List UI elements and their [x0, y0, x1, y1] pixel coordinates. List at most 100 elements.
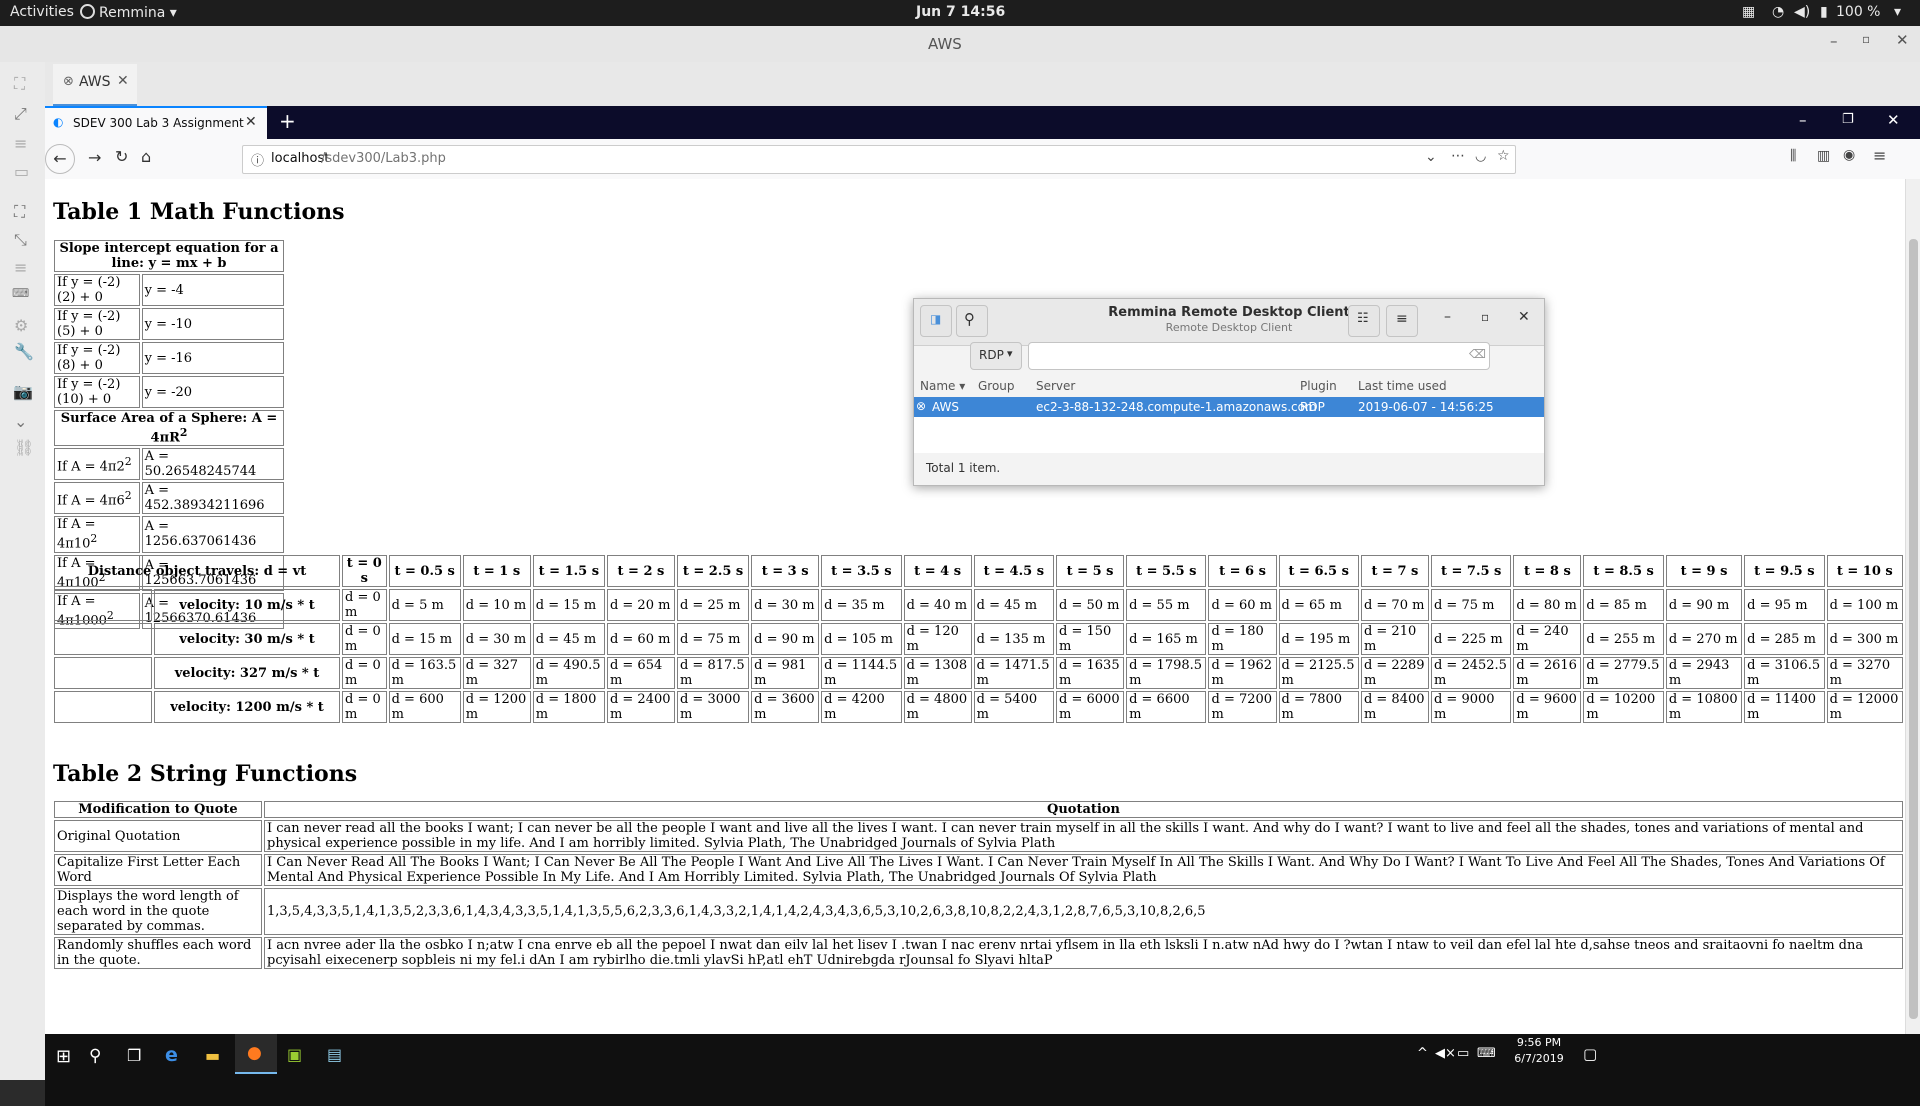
clock[interactable]: Jun 7 14:56	[916, 4, 1005, 20]
toggle-fullscreen-icon[interactable]: ⛶	[14, 74, 25, 94]
firefox-taskbar-button[interactable]: ●	[235, 1034, 277, 1074]
velocity-label: velocity: 1200 m/s * t	[154, 691, 340, 723]
slope-result: y = -20	[141, 376, 284, 408]
distance-cell: d = 60 m	[1208, 589, 1277, 621]
disconnect-icon[interactable]: ⛓	[14, 438, 34, 457]
dropdown-chevron-icon[interactable]: ⌄	[1425, 149, 1437, 165]
close-button[interactable]: ✕	[1896, 31, 1909, 49]
reload-button[interactable]: ↻	[115, 147, 128, 166]
time-header: t = 3 s	[751, 555, 820, 587]
distance-cell: d = 0 m	[342, 623, 387, 655]
protocol-select[interactable]: RDP ▾	[970, 342, 1022, 370]
close-tab-icon[interactable]: ✕	[245, 114, 257, 130]
distance-cell: d = 7800 m	[1278, 691, 1359, 723]
hamburger-menu-icon[interactable]: ≡	[1873, 146, 1886, 165]
browser-tab[interactable]: ◐ SDEV 300 Lab 3 Assignment ✕	[45, 106, 267, 141]
library-icon[interactable]: ⫼	[1790, 148, 1796, 164]
sphere-row: If A = 4π22 A = 50.26548245744	[54, 448, 284, 481]
menu-icon[interactable]: ≡	[14, 134, 27, 153]
volume-muted-icon[interactable]: ◀×	[1435, 1046, 1456, 1061]
slope-equation: If y = (-2)(8) + 0	[54, 342, 140, 374]
col-group[interactable]: Group	[978, 379, 1015, 393]
maximize-button[interactable]: ▫	[1481, 310, 1489, 324]
col-server[interactable]: Server	[1036, 379, 1075, 393]
new-tab-button[interactable]: +	[279, 109, 296, 133]
slope-result: y = -10	[141, 308, 284, 340]
clear-input-icon[interactable]: ⌫	[1469, 347, 1486, 361]
connection-list-body[interactable]	[914, 417, 1544, 453]
file-explorer-icon[interactable]: ▬	[205, 1046, 220, 1065]
quotation-cell: I can never read all the books I want; I…	[264, 820, 1903, 852]
network-icon[interactable]: ▭	[1457, 1046, 1469, 1061]
distance-cell: d = 15 m	[388, 623, 461, 655]
bookmark-star-icon[interactable]: ☆	[1497, 148, 1510, 164]
volume-icon[interactable]: ◀)	[1794, 4, 1810, 20]
remote-desktop[interactable]: ◐ SDEV 300 Lab 3 Assignment ✕ + – ❐ ✕ ← …	[45, 106, 1920, 1106]
account-icon[interactable]: ◉	[1843, 147, 1855, 163]
windows-start-icon[interactable]: ⊞	[56, 1046, 71, 1067]
minimize-button[interactable]: –	[1444, 309, 1451, 325]
preferences-icon[interactable]: ⚙	[14, 316, 28, 335]
remmina-app-menu[interactable]: Remmina ▾	[80, 4, 177, 21]
search-icon[interactable]: ⚲	[89, 1046, 101, 1066]
minimize-button[interactable]: –	[1799, 111, 1807, 129]
menu-button[interactable]: ≡	[1386, 305, 1418, 337]
action-center-icon[interactable]: ▢	[1583, 1045, 1597, 1063]
toolbar-menu-icon[interactable]: ≡	[14, 258, 27, 277]
keyboard-layout-icon[interactable]: ▦	[1742, 4, 1755, 20]
tools-icon[interactable]: 🔧	[14, 342, 34, 361]
distance-cell: d = 4200 m	[821, 691, 902, 723]
wifi-icon[interactable]: ◔	[1772, 4, 1784, 20]
activities-button[interactable]: Activities	[10, 4, 74, 20]
page-actions-icon[interactable]: ⋯	[1451, 148, 1465, 164]
close-tab-icon[interactable]: ✕	[117, 73, 129, 89]
back-button[interactable]: ←	[45, 144, 75, 174]
minimize-button[interactable]: –	[1830, 32, 1838, 50]
slope-row: If y = (-2)(5) + 0y = -10	[54, 308, 284, 340]
sphere-equation-exponent: 2	[90, 532, 98, 546]
scrollbar-thumb[interactable]	[1909, 239, 1918, 1019]
maximize-button[interactable]: ▫	[1862, 32, 1870, 46]
sphere-header-exponent: 2	[179, 426, 188, 439]
distance-cell: d = 8400 m	[1360, 691, 1429, 723]
pocket-icon[interactable]: ◡	[1475, 149, 1486, 164]
distance-cell: d = 654 m	[606, 657, 675, 689]
distance-table: Distance object travels: d = vt t = 0 st …	[52, 553, 1905, 725]
sidebar-icon[interactable]: ▥	[1817, 148, 1830, 164]
show-hidden-icons-icon[interactable]: ^	[1417, 1046, 1428, 1061]
info-icon[interactable]: ⓘ	[251, 150, 264, 169]
quick-connect-input[interactable]: ⌫	[1028, 342, 1490, 370]
taskbar-clock[interactable]: 9:56 PM	[1507, 1036, 1571, 1049]
scale-icon[interactable]: ⤢	[14, 104, 27, 124]
notepad-icon[interactable]: ▤	[327, 1045, 342, 1064]
string-row: Original Quotation I can never read all t…	[54, 820, 1903, 852]
remmina-app-icon	[80, 4, 95, 19]
view-toggle-button[interactable]: ☷	[1348, 305, 1380, 337]
close-button[interactable]: ✕	[1887, 111, 1900, 129]
dynamic-resolution-icon[interactable]: ⛶	[14, 202, 25, 222]
keyboard-grab-icon[interactable]: ⌨	[12, 286, 29, 300]
minimize-chevron-icon[interactable]: ⌄	[14, 412, 27, 431]
scaled-mode-icon[interactable]: ⤡	[14, 230, 27, 250]
forward-button[interactable]: →	[88, 148, 101, 167]
taskbar-date[interactable]: 6/7/2019	[1507, 1052, 1571, 1065]
language-icon[interactable]: ⌨	[1477, 1046, 1496, 1061]
task-view-icon[interactable]: ❐	[127, 1046, 141, 1065]
distance-cell: d = 1635 m	[1056, 657, 1125, 689]
battery-icon[interactable]: ▮	[1820, 4, 1828, 20]
remmina-tab-aws[interactable]: ⊗ AWS ✕	[53, 64, 137, 107]
col-name[interactable]: Name ▾	[920, 379, 965, 393]
connection-row-aws[interactable]: ⊗ AWS ec2-3-88-132-248.compute-1.amazona…	[914, 397, 1544, 417]
restore-button[interactable]: ❐	[1842, 112, 1854, 127]
notepad-plus-icon[interactable]: ▣	[287, 1045, 302, 1064]
col-plugin[interactable]: Plugin	[1300, 379, 1337, 393]
url-bar[interactable]: ⓘ localhost /sdev300/Lab3.php ⌄ ⋯ ◡ ☆	[242, 145, 1516, 174]
screenshot-icon[interactable]: 📷	[13, 382, 33, 401]
edge-icon[interactable]: e	[165, 1044, 178, 1066]
close-button[interactable]: ✕	[1518, 309, 1530, 325]
system-menu-chevron-icon[interactable]: ▾	[1894, 4, 1901, 20]
col-last-used[interactable]: Last time used	[1358, 379, 1447, 393]
multi-monitor-icon[interactable]: ▭	[14, 162, 29, 181]
home-button[interactable]: ⌂	[141, 147, 151, 166]
vertical-scrollbar[interactable]	[1905, 179, 1920, 1034]
